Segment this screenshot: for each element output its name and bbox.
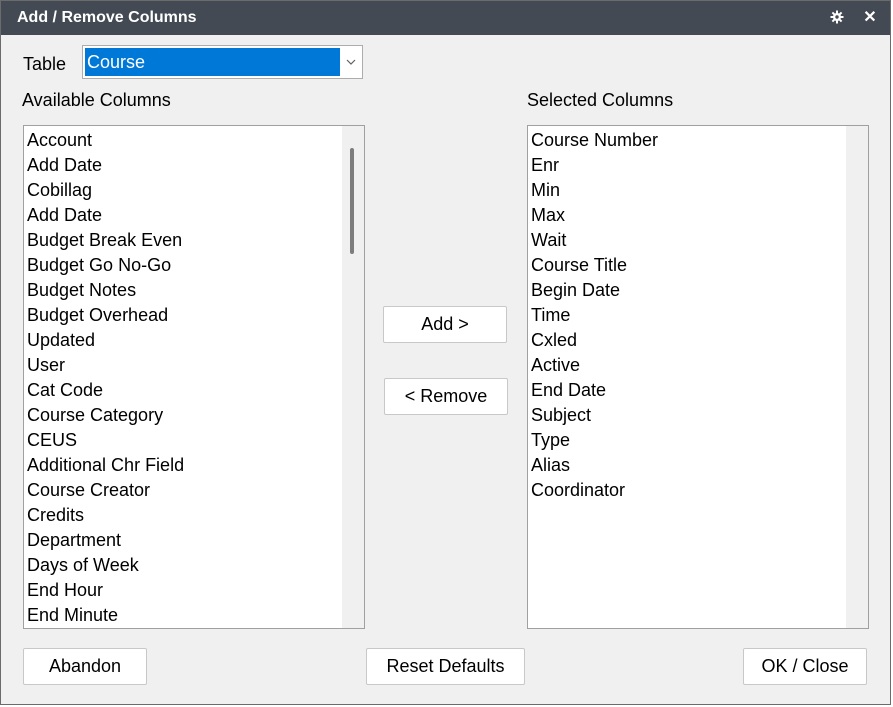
selected-column-item[interactable]: Course Number	[531, 128, 846, 153]
available-columns-items: Account Add Date Cobillag Add Date Budget Br…	[27, 128, 342, 628]
selected-column-item[interactable]: Min	[531, 178, 846, 203]
selected-column-item[interactable]: Alias	[531, 453, 846, 478]
available-column-item[interactable]: Department	[27, 528, 342, 553]
scrollbar-track	[846, 126, 868, 628]
scrollbar-thumb[interactable]	[350, 148, 354, 254]
available-column-item[interactable]: Budget Overhead	[27, 303, 342, 328]
selected-column-item[interactable]: Max	[531, 203, 846, 228]
available-column-item[interactable]: Days of Week	[27, 553, 342, 578]
table-select[interactable]: Course	[82, 45, 363, 79]
selected-column-item[interactable]: Active	[531, 353, 846, 378]
available-column-item[interactable]: Budget Break Even	[27, 228, 342, 253]
available-column-item[interactable]: Add Date	[27, 203, 342, 228]
available-columns-list[interactable]: Account Add Date Cobillag Add Date Budget Br…	[23, 125, 365, 629]
selected-column-item[interactable]: Time	[531, 303, 846, 328]
selected-column-item[interactable]: Wait	[531, 228, 846, 253]
available-column-item[interactable]: Updated	[27, 328, 342, 353]
available-column-item[interactable]: Cobillag	[27, 178, 342, 203]
ok-close-button[interactable]: OK / Close	[743, 648, 867, 685]
reset-defaults-button[interactable]: Reset Defaults	[366, 648, 525, 685]
available-column-item[interactable]: End Hour	[27, 578, 342, 603]
selected-column-item[interactable]: Course Title	[531, 253, 846, 278]
selected-column-item[interactable]: Type	[531, 428, 846, 453]
available-column-item[interactable]: Add Date	[27, 153, 342, 178]
remove-button[interactable]: < Remove	[384, 378, 508, 415]
selected-columns-heading: Selected Columns	[527, 90, 674, 110]
available-column-item[interactable]: Budget Notes	[27, 278, 342, 303]
available-column-item[interactable]: Additional Chr Field	[27, 453, 342, 478]
available-column-item[interactable]: Cat Code	[27, 378, 342, 403]
selected-column-item[interactable]: Enr	[531, 153, 846, 178]
scrollbar[interactable]	[342, 126, 364, 628]
available-column-item[interactable]: User	[27, 353, 342, 378]
available-column-item[interactable]: Course Category	[27, 403, 342, 428]
available-columns-heading: Available Columns	[22, 90, 171, 110]
selected-columns-list[interactable]: Course Number Enr Min Max Wait Course Title Be…	[527, 125, 869, 629]
available-column-item[interactable]: CEUS	[27, 428, 342, 453]
available-column-item[interactable]: Course Creator	[27, 478, 342, 503]
available-column-item[interactable]: End Minute	[27, 603, 342, 628]
add-button[interactable]: Add >	[383, 306, 507, 343]
selected-column-item[interactable]: Begin Date	[531, 278, 846, 303]
dialog-title: Add / Remove Columns	[17, 9, 197, 26]
selected-column-item[interactable]: Coordinator	[531, 478, 846, 503]
chevron-down-icon[interactable]	[340, 46, 362, 78]
available-column-item[interactable]: Credits	[27, 503, 342, 528]
gear-icon[interactable]	[827, 7, 847, 27]
available-column-item[interactable]: Budget Go No-Go	[27, 253, 342, 278]
abandon-button[interactable]: Abandon	[23, 648, 147, 685]
title-bar[interactable]: Add / Remove Columns ✕	[1, 1, 890, 35]
selected-column-item[interactable]: Cxled	[531, 328, 846, 353]
close-icon[interactable]: ✕	[860, 7, 880, 27]
selected-column-item[interactable]: Subject	[531, 403, 846, 428]
add-remove-columns-dialog: Add / Remove Columns ✕ Table Course Avai…	[0, 0, 891, 705]
table-label: Table	[23, 54, 67, 74]
available-column-item[interactable]: Account	[27, 128, 342, 153]
selected-columns-items: Course Number Enr Min Max Wait Course Title Be…	[531, 128, 846, 503]
table-select-value: Course	[85, 48, 340, 76]
selected-column-item[interactable]: End Date	[531, 378, 846, 403]
